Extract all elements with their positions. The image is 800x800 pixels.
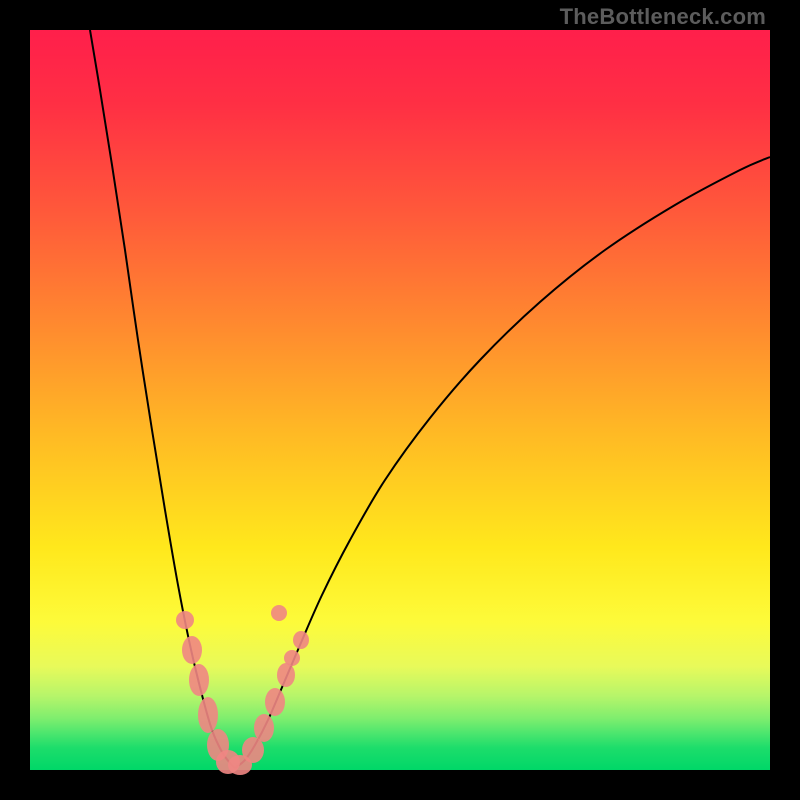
bead-13 xyxy=(271,605,287,621)
frame: TheBottleneck.com xyxy=(0,0,800,800)
bead-12 xyxy=(293,631,309,649)
bead-11 xyxy=(284,650,300,666)
bead-1 xyxy=(182,636,202,664)
bead-10 xyxy=(277,663,295,687)
bead-2 xyxy=(189,664,209,696)
bead-9 xyxy=(265,688,285,716)
left-curve xyxy=(90,30,235,768)
right-curve xyxy=(235,157,770,768)
beads-group xyxy=(176,605,309,775)
bead-0 xyxy=(176,611,194,629)
watermark-text: TheBottleneck.com xyxy=(560,4,766,30)
curves-svg xyxy=(30,30,770,770)
plot-area xyxy=(30,30,770,770)
bead-8 xyxy=(254,714,274,742)
bead-3 xyxy=(198,697,218,733)
